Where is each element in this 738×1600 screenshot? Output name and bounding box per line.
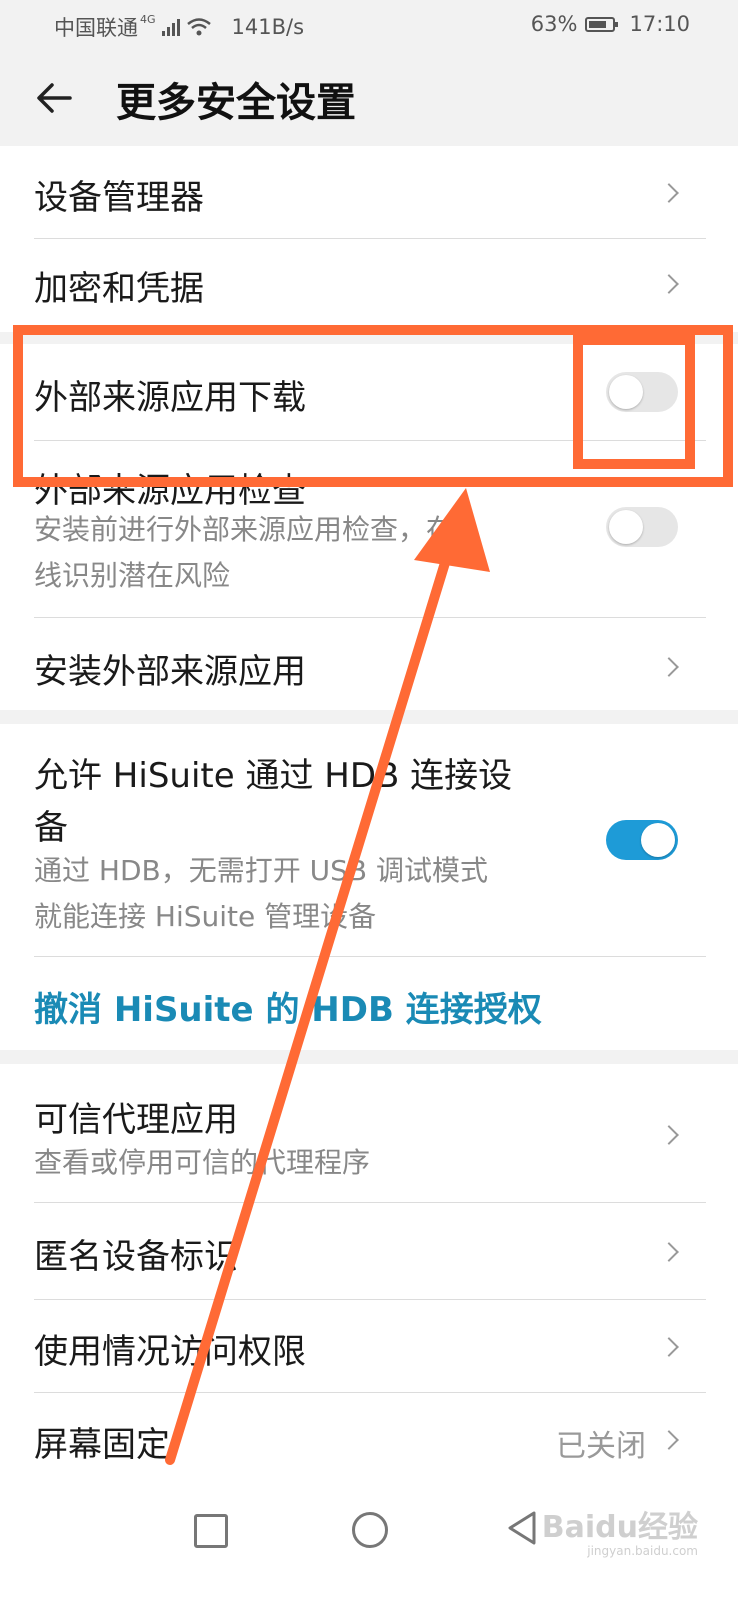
clock: 17:10 [629,12,690,36]
battery-percent: 63% [530,12,578,36]
recent-apps-icon[interactable] [194,1514,228,1548]
settings-group-2: 外部来源应用下载 外部来源应用检查 安装前进行外部来源应用检查，在 线识别潜在风… [0,344,738,710]
row-external-check-label: 外部来源应用检查 [34,471,306,511]
system-nav-bar: Baidu经验 jingyan.baidu.com [0,1480,738,1600]
row-screen-pinning[interactable]: 屏幕固定 已关闭 [34,1393,706,1480]
network-speed: 141B/s [231,15,305,39]
nav-back-icon[interactable] [506,1510,538,1546]
row-trust-agents[interactable]: 可信代理应用 查看或停用可信的代理程序 [34,1064,706,1202]
row-hisuite-hdb-desc-1: 通过 HDB，无需打开 USB 调试模式 [34,854,489,887]
status-bar: 中国联通 4G 141B/s 63% 17:10 [0,0,738,52]
chevron-right-icon [659,274,679,294]
screen-pinning-value: 已关闭 [556,1429,646,1464]
signal-icon [161,18,180,36]
external-check-toggle[interactable] [606,507,678,547]
baidu-watermark-url: jingyan.baidu.com [587,1544,698,1558]
row-device-manager-label: 设备管理器 [34,178,204,218]
row-anonymous-id[interactable]: 匿名设备标识 [34,1203,706,1299]
row-install-external[interactable]: 安装外部来源应用 [34,618,706,710]
row-install-external-label: 安装外部来源应用 [34,652,306,692]
settings-group-1: 设备管理器 加密和凭据 [0,146,738,332]
back-arrow-icon[interactable] [30,74,78,122]
chevron-right-icon [659,1430,679,1450]
wifi-icon [186,18,211,36]
chevron-right-icon [659,657,679,677]
hisuite-hdb-toggle[interactable] [606,820,678,860]
row-device-manager[interactable]: 设备管理器 [34,146,706,238]
toggle-knob [641,823,675,857]
settings-group-4: 可信代理应用 查看或停用可信的代理程序 匿名设备标识 使用情况访问权限 屏幕固定… [0,1064,738,1480]
row-external-download-label: 外部来源应用下载 [34,378,306,418]
revoke-hdb-authorization-link[interactable]: 撤消 HiSuite 的 HDB 连接授权 [34,982,542,1031]
app-header: 更多安全设置 [0,52,738,146]
status-left: 中国联通 4G 141B/s [54,12,304,42]
row-external-check-desc-2: 线识别潜在风险 [34,559,231,592]
row-hisuite-hdb-desc-2: 就能连接 HiSuite 管理设备 [34,900,377,933]
row-encryption-label: 加密和凭据 [34,269,204,309]
chevron-right-icon [659,1125,679,1145]
row-hisuite-hdb[interactable]: 允许 HiSuite 通过 HDB 连接设 备 通过 HDB，无需打开 USB … [34,724,706,956]
row-usage-access[interactable]: 使用情况访问权限 [34,1300,706,1392]
row-anonymous-id-label: 匿名设备标识 [34,1237,238,1277]
network-type-tag: 4G [140,12,156,26]
baidu-watermark: Baidu经验 [541,1510,698,1545]
chevron-right-icon [659,1337,679,1357]
external-download-toggle[interactable] [606,372,678,412]
page-title: 更多安全设置 [116,80,356,126]
row-screen-pinning-label: 屏幕固定 [34,1425,170,1465]
chevron-right-icon [659,1242,679,1262]
row-hisuite-hdb-label-1: 允许 HiSuite 通过 HDB 连接设 [34,756,513,796]
row-encryption[interactable]: 加密和凭据 [34,239,706,331]
status-right: 63% 17:10 [531,12,690,36]
row-usage-access-label: 使用情况访问权限 [34,1332,306,1372]
battery-icon [585,16,619,32]
chevron-right-icon [659,183,679,203]
home-icon[interactable] [352,1512,388,1548]
row-external-check[interactable]: 外部来源应用检查 安装前进行外部来源应用检查，在 线识别潜在风险 [34,441,706,617]
row-external-download[interactable]: 外部来源应用下载 [34,344,706,440]
toggle-knob [609,510,643,544]
divider [34,956,706,957]
toggle-knob [609,375,643,409]
row-trust-agents-label: 可信代理应用 [34,1100,238,1140]
carrier-name: 中国联通 [54,16,138,40]
row-hisuite-hdb-label-2: 备 [34,808,68,848]
settings-group-3: 允许 HiSuite 通过 HDB 连接设 备 通过 HDB，无需打开 USB … [0,724,738,1050]
row-external-check-desc-1: 安装前进行外部来源应用检查，在 [34,513,455,546]
row-trust-agents-desc: 查看或停用可信的代理程序 [34,1146,371,1179]
